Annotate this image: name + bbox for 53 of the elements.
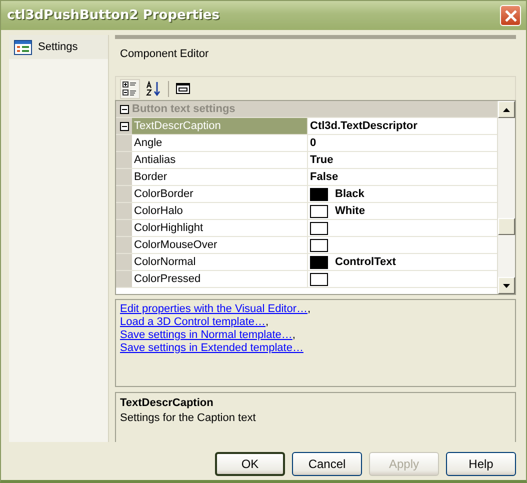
property-value[interactable]: Ctl3d.TextDescriptor [310,118,418,134]
property-value[interactable]: ControlText [335,254,396,270]
categorized-view-button[interactable] [120,78,140,98]
property-name[interactable]: ColorPressed [132,271,308,287]
row-margin [116,271,132,287]
link[interactable]: Save settings in Normal template… [120,329,292,341]
property-value[interactable]: Black [335,186,364,202]
scroll-thumb[interactable] [498,218,515,235]
row-margin [116,203,132,219]
property-value[interactable]: False [310,169,338,185]
property-value[interactable]: 0 [310,135,316,151]
property-name[interactable]: ColorNormal [132,254,308,270]
punctuation: , [292,329,296,341]
dialog-button[interactable]: OK [215,452,285,476]
close-icon [504,10,516,22]
down-arrow-icon [503,284,510,288]
property-pages-icon [175,81,191,96]
link[interactable]: Load a 3D Control template… [120,316,266,328]
row-margin [116,186,132,202]
link[interactable]: Edit properties with the Visual Editor… [120,303,308,315]
collapse-icon[interactable] [120,122,128,130]
row-margin [116,152,132,168]
dialog-button[interactable]: Help [446,452,516,476]
punctuation: , [308,303,311,315]
close-button[interactable] [500,5,521,26]
window-title: ctl3dPushButton2 Properties [7,8,220,23]
property-value[interactable]: White [335,203,365,219]
punctuation: , [266,316,269,328]
dialog-button[interactable]: Cancel [292,452,362,476]
sidebar-item[interactable]: Settings [9,35,108,59]
property-value[interactable]: True [310,152,334,168]
up-arrow-icon [503,108,510,112]
categorized-view-icon [122,81,138,96]
property-name[interactable]: Antialias [132,152,308,168]
property-name[interactable]: ColorMouseOver [132,237,308,253]
description-text: Settings for the Caption text [120,411,257,426]
property-name[interactable]: Angle [132,135,308,151]
property-name[interactable]: Border [132,169,308,185]
category-label: Button text settings [132,102,236,117]
link[interactable]: Save settings in Extended template… [120,342,304,354]
description-title: TextDescrCaption [120,396,214,410]
collapse-icon[interactable] [120,104,128,114]
row-margin [116,169,132,185]
sort-icon [146,81,162,96]
row-margin [116,220,132,236]
page-title: Component Editor [119,47,210,62]
row-margin [116,254,132,270]
property-name[interactable]: ColorBorder [132,186,308,202]
row-margin [116,237,132,253]
scrollbar[interactable] [497,101,515,294]
property-name[interactable]: ColorHalo [132,203,308,219]
property-name[interactable]: ColorHighlight [132,220,308,236]
window-icon [14,40,32,54]
